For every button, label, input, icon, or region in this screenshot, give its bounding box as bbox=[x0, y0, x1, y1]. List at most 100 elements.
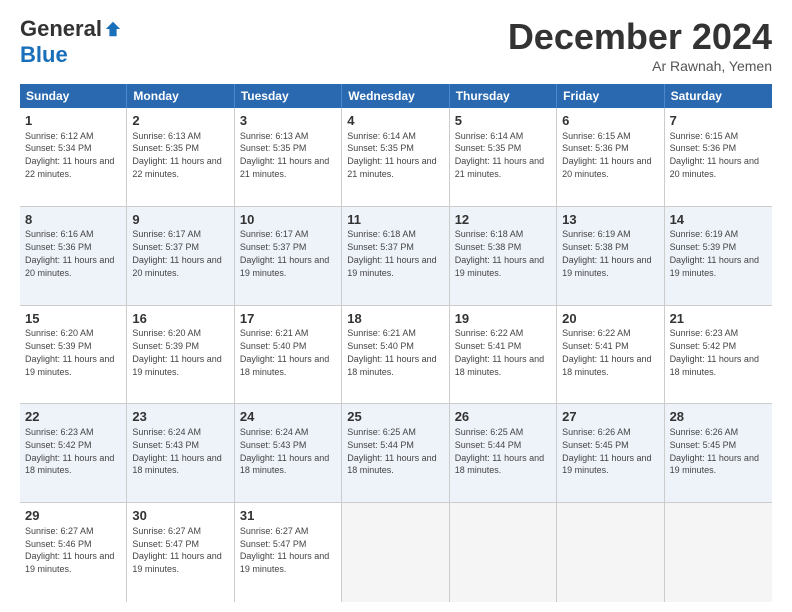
cell-daylight: Daylight: 11 hours and 19 minutes. bbox=[562, 255, 651, 278]
cell-daylight: Daylight: 11 hours and 18 minutes. bbox=[347, 354, 436, 377]
day-number: 23 bbox=[132, 408, 228, 426]
calendar-body: 1Sunrise: 6:12 AMSunset: 5:34 PMDaylight… bbox=[20, 108, 772, 602]
day-number: 28 bbox=[670, 408, 767, 426]
header: General Blue December 2024 Ar Rawnah, Ye… bbox=[20, 16, 772, 74]
cell-sunrise: Sunrise: 6:24 AM bbox=[132, 427, 201, 437]
page: General Blue December 2024 Ar Rawnah, Ye… bbox=[0, 0, 792, 612]
cal-cell-w3-d3: 17Sunrise: 6:21 AMSunset: 5:40 PMDayligh… bbox=[235, 306, 342, 404]
cell-daylight: Daylight: 11 hours and 19 minutes. bbox=[25, 551, 114, 574]
day-number: 20 bbox=[562, 310, 658, 328]
cal-cell-w1-d4: 4Sunrise: 6:14 AMSunset: 5:35 PMDaylight… bbox=[342, 108, 449, 206]
cal-cell-w4-d6: 27Sunrise: 6:26 AMSunset: 5:45 PMDayligh… bbox=[557, 404, 664, 502]
cell-sunrise: Sunrise: 6:18 AM bbox=[455, 229, 524, 239]
day-number: 14 bbox=[670, 211, 767, 229]
day-number: 22 bbox=[25, 408, 121, 426]
calendar-week-5: 29Sunrise: 6:27 AMSunset: 5:46 PMDayligh… bbox=[20, 503, 772, 602]
cell-daylight: Daylight: 11 hours and 19 minutes. bbox=[240, 255, 329, 278]
day-number: 13 bbox=[562, 211, 658, 229]
cell-sunrise: Sunrise: 6:20 AM bbox=[132, 328, 201, 338]
cal-cell-w4-d7: 28Sunrise: 6:26 AM Sunset: 5:45 PM Dayligh… bbox=[665, 404, 772, 502]
cell-sunrise: Sunrise: 6:17 AM bbox=[240, 229, 309, 239]
header-thursday: Thursday bbox=[450, 84, 557, 108]
cell-daylight: Daylight: 11 hours and 19 minutes. bbox=[670, 255, 759, 278]
cell-daylight: Daylight: 11 hours and 21 minutes. bbox=[455, 156, 544, 179]
cal-cell-w1-d7: 7Sunrise: 6:15 AMSunset: 5:36 PMDaylight… bbox=[665, 108, 772, 206]
day-number: 2 bbox=[132, 112, 228, 130]
cell-sunrise: Sunrise: 6:22 AM bbox=[455, 328, 524, 338]
cell-sunrise: Sunrise: 6:27 AM bbox=[240, 526, 309, 536]
cell-sunset: Sunset: 5:47 PM bbox=[240, 539, 307, 549]
cell-sunrise: Sunrise: 6:15 AM bbox=[670, 131, 739, 141]
cal-cell-w3-d6: 20Sunrise: 6:22 AMSunset: 5:41 PMDayligh… bbox=[557, 306, 664, 404]
cell-daylight: Daylight: 11 hours and 19 minutes. bbox=[132, 354, 221, 377]
day-number: 25 bbox=[347, 408, 443, 426]
cell-daylight: Daylight: 11 hours and 20 minutes. bbox=[670, 156, 759, 179]
cell-sunrise: Sunrise: 6:14 AM bbox=[455, 131, 524, 141]
cal-cell-w4-d5: 26Sunrise: 6:25 AMSunset: 5:44 PMDayligh… bbox=[450, 404, 557, 502]
cal-cell-w5-d7 bbox=[665, 503, 772, 602]
cal-cell-w2-d7: 14Sunrise: 6:19 AMSunset: 5:39 PMDayligh… bbox=[665, 207, 772, 305]
cal-cell-w3-d4: 18Sunrise: 6:21 AMSunset: 5:40 PMDayligh… bbox=[342, 306, 449, 404]
cell-daylight: Daylight: 11 hours and 20 minutes. bbox=[25, 255, 114, 278]
cal-cell-w2-d5: 12Sunrise: 6:18 AMSunset: 5:38 PMDayligh… bbox=[450, 207, 557, 305]
cell-sunrise: Sunrise: 6:24 AM bbox=[240, 427, 309, 437]
cell-daylight: Daylight: 11 hours and 18 minutes. bbox=[240, 453, 329, 476]
cal-cell-w2-d2: 9Sunrise: 6:17 AMSunset: 5:37 PMDaylight… bbox=[127, 207, 234, 305]
cell-sunrise: Sunrise: 6:21 AM bbox=[347, 328, 416, 338]
logo-icon bbox=[104, 20, 122, 38]
cell-sunset: Sunset: 5:35 PM bbox=[132, 143, 199, 153]
cell-daylight: Daylight: 11 hours and 19 minutes. bbox=[670, 453, 759, 476]
cell-sunset: Sunset: 5:44 PM bbox=[347, 440, 414, 450]
day-number: 6 bbox=[562, 112, 658, 130]
cell-sunrise: Sunrise: 6:14 AM bbox=[347, 131, 416, 141]
day-number: 24 bbox=[240, 408, 336, 426]
cell-daylight: Daylight: 11 hours and 19 minutes. bbox=[347, 255, 436, 278]
cell-daylight: Daylight: 11 hours and 20 minutes. bbox=[132, 255, 221, 278]
day-number: 8 bbox=[25, 211, 121, 229]
cell-sunset: Sunset: 5:37 PM bbox=[132, 242, 199, 252]
cal-cell-w4-d2: 23Sunrise: 6:24 AMSunset: 5:43 PMDayligh… bbox=[127, 404, 234, 502]
cal-cell-w5-d4 bbox=[342, 503, 449, 602]
cell-sunset: Sunset: 5:35 PM bbox=[240, 143, 307, 153]
header-wednesday: Wednesday bbox=[342, 84, 449, 108]
header-friday: Friday bbox=[557, 84, 664, 108]
cell-daylight: Daylight: 11 hours and 18 minutes. bbox=[240, 354, 329, 377]
cal-cell-w3-d2: 16Sunrise: 6:20 AMSunset: 5:39 PMDayligh… bbox=[127, 306, 234, 404]
cell-daylight: Daylight: 11 hours and 18 minutes. bbox=[670, 354, 759, 377]
calendar-week-1: 1Sunrise: 6:12 AMSunset: 5:34 PMDaylight… bbox=[20, 108, 772, 207]
cell-daylight: Daylight: 11 hours and 18 minutes. bbox=[455, 354, 544, 377]
cell-sunset: Sunset: 5:38 PM bbox=[562, 242, 629, 252]
day-number: 30 bbox=[132, 507, 228, 525]
cell-daylight: Daylight: 11 hours and 18 minutes. bbox=[455, 453, 544, 476]
cal-cell-w5-d3: 31Sunrise: 6:27 AMSunset: 5:47 PMDayligh… bbox=[235, 503, 342, 602]
header-sunday: Sunday bbox=[20, 84, 127, 108]
cell-daylight: Daylight: 11 hours and 18 minutes. bbox=[25, 453, 114, 476]
day-number: 11 bbox=[347, 211, 443, 229]
day-number: 26 bbox=[455, 408, 551, 426]
cal-cell-w1-d5: 5Sunrise: 6:14 AMSunset: 5:35 PMDaylight… bbox=[450, 108, 557, 206]
cal-cell-w4-d1: 22Sunrise: 6:23 AMSunset: 5:42 PMDayligh… bbox=[20, 404, 127, 502]
cell-sunset: Sunset: 5:37 PM bbox=[347, 242, 414, 252]
day-number: 16 bbox=[132, 310, 228, 328]
cal-cell-w5-d5 bbox=[450, 503, 557, 602]
cell-sunrise: Sunrise: 6:15 AM bbox=[562, 131, 631, 141]
day-number: 29 bbox=[25, 507, 121, 525]
cell-sunrise: Sunrise: 6:13 AM bbox=[240, 131, 309, 141]
logo-blue-text: Blue bbox=[20, 42, 68, 67]
cell-sunset: Sunset: 5:40 PM bbox=[240, 341, 307, 351]
cal-cell-w1-d2: 2Sunrise: 6:13 AMSunset: 5:35 PMDaylight… bbox=[127, 108, 234, 206]
cell-daylight: Daylight: 11 hours and 21 minutes. bbox=[240, 156, 329, 179]
cell-sunrise: Sunrise: 6:23 AM bbox=[25, 427, 94, 437]
day-number: 18 bbox=[347, 310, 443, 328]
cell-sunrise: Sunrise: 6:17 AM bbox=[132, 229, 201, 239]
cell-sunset: Sunset: 5:34 PM bbox=[25, 143, 92, 153]
cell-sunrise: Sunrise: 6:26 AM bbox=[670, 427, 739, 437]
header-tuesday: Tuesday bbox=[235, 84, 342, 108]
calendar-week-4: 22Sunrise: 6:23 AMSunset: 5:42 PMDayligh… bbox=[20, 404, 772, 503]
cell-daylight: Daylight: 11 hours and 20 minutes. bbox=[562, 156, 651, 179]
cell-sunset: Sunset: 5:47 PM bbox=[132, 539, 199, 549]
day-number: 5 bbox=[455, 112, 551, 130]
day-number: 21 bbox=[670, 310, 767, 328]
cell-sunset: Sunset: 5:45 PM bbox=[670, 440, 737, 450]
day-number: 31 bbox=[240, 507, 336, 525]
